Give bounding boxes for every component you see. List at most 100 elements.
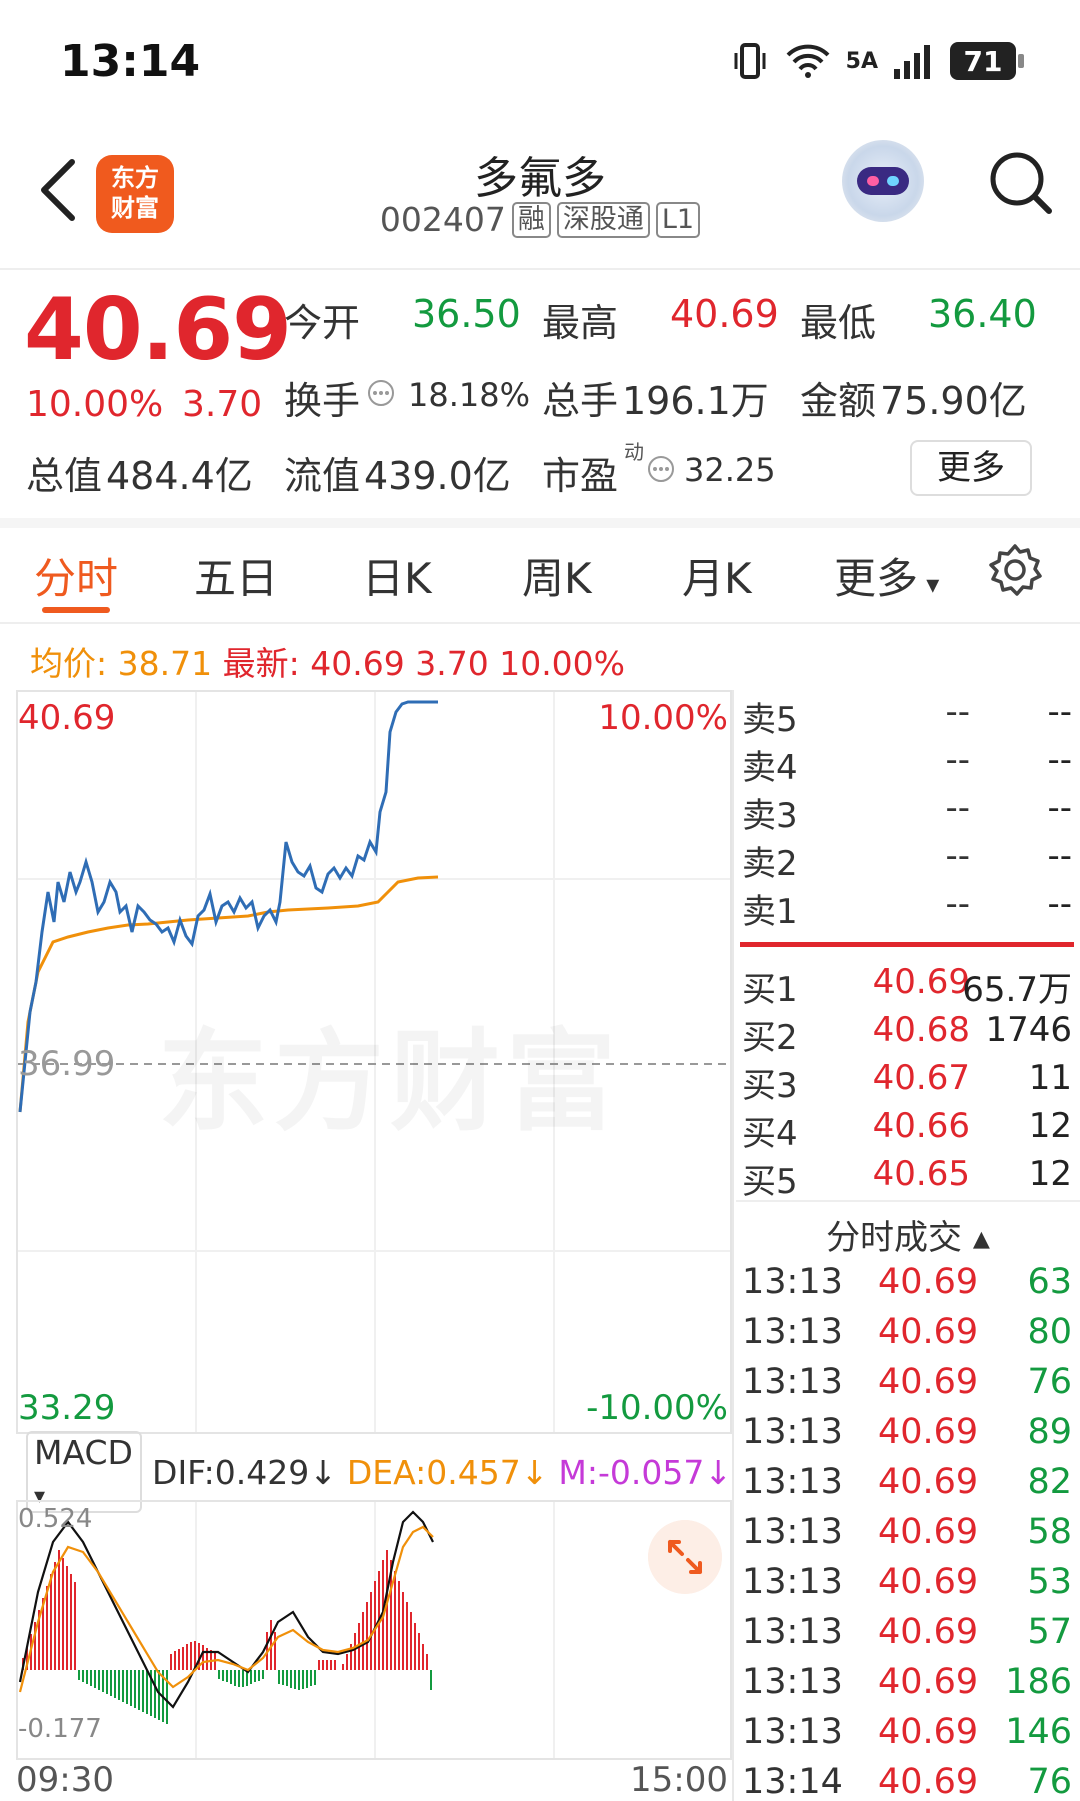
trade-time: 13:13 [742,1512,843,1552]
bid-volume: 11 [1028,1058,1072,1098]
macd-bar [302,1670,304,1689]
macd-bar [406,1602,408,1670]
trade-row: 13:13 40.69 82 [736,1462,1080,1512]
m-text: M:-0.057 [558,1452,705,1492]
ask-volume: -- [1047,884,1072,924]
network-type: 5A [845,48,878,74]
trade-time: 13:13 [742,1462,843,1502]
open-value: 36.50 [412,292,521,336]
macd-bar [298,1670,300,1690]
macd-bar [386,1550,388,1670]
robot-icon [857,167,909,195]
tab-daily-k[interactable]: 日K [362,545,432,606]
info-icon[interactable] [366,378,396,408]
macd-bar [286,1670,288,1686]
tab-more[interactable]: 更多 ▾ [834,545,939,606]
macd-chart[interactable]: 0.524 -0.177 [16,1500,732,1760]
macd-bar [426,1654,428,1670]
trade-time: 13:13 [742,1712,843,1752]
macd-bar [318,1660,320,1670]
high-value: 40.69 [670,292,779,336]
low-value: 36.40 [928,292,1037,336]
volume-value: 196.1万 [622,379,769,423]
macd-bar [142,1670,144,1712]
trade-time: 13:13 [742,1562,843,1602]
trade-price: 40.69 [878,1762,979,1801]
more-quote-button[interactable]: 更多 [910,440,1032,496]
stock-code: 002407 [379,200,506,239]
trade-volume: 76 [1027,1362,1072,1402]
bid-row[interactable]: 买4 40.66 12 [736,1106,1080,1154]
assistant-robot-button[interactable] [842,140,924,222]
ask-row[interactable]: 卖4 -- -- [736,740,1080,788]
macd-bar [226,1670,228,1682]
ask-row[interactable]: 卖1 -- -- [736,884,1080,932]
macd-bar [154,1670,156,1718]
ask-price: -- [945,884,970,924]
intraday-price-chart[interactable]: 东方财富 40.69 10.00% 36.99 33.29 -10.00% [16,690,734,1434]
ask-volume: -- [1047,740,1072,780]
macd-bar [310,1670,312,1686]
trades-header-button[interactable]: 分时成交 ▴ [736,1210,1080,1259]
macd-bar [370,1592,372,1670]
tab-weekly-k[interactable]: 周K [522,545,592,606]
tab-five-day[interactable]: 五日 [194,545,278,606]
ask-row[interactable]: 卖3 -- -- [736,788,1080,836]
ask-price: -- [945,692,970,732]
macd-bar [306,1670,308,1688]
ask-level-label: 卖3 [742,796,798,836]
ask-row[interactable]: 卖2 -- -- [736,836,1080,884]
high-label: 最高 [542,301,619,345]
macd-top-label: 0.524 [18,1504,93,1534]
macd-bar [82,1670,84,1682]
macd-bar [250,1670,252,1684]
bid-row[interactable]: 买1 40.69 65.7万 [736,962,1080,1010]
ask-row[interactable]: 卖5 -- -- [736,692,1080,740]
macd-bar [414,1623,416,1670]
signal-icon [894,45,930,79]
y-axis-prev-close: 36.99 [18,1044,116,1084]
macd-bar [66,1566,68,1670]
bid-row[interactable]: 买2 40.68 1746 [736,1010,1080,1058]
macd-bar [86,1670,88,1684]
bid-row[interactable]: 买5 40.65 12 [736,1154,1080,1202]
down-arrow-icon: ↓ [309,1452,337,1492]
trade-row: 13:13 40.69 58 [736,1512,1080,1562]
change-percent: 10.00% [26,384,164,425]
tab-intraday[interactable]: 分时 [34,545,118,606]
bid-level-label: 买4 [742,1114,798,1154]
bid-price: 40.65 [872,1154,970,1194]
macd-bar [334,1660,336,1670]
bid-row[interactable]: 买3 40.67 11 [736,1058,1080,1106]
ask-level-label: 卖5 [742,700,798,740]
latest-percent: 10.00% [499,644,626,683]
macd-bar [90,1670,92,1686]
ask-volume: -- [1047,692,1072,732]
gear-icon[interactable] [985,540,1045,600]
stock-code-row: 002407 融 深股通 L1 [0,200,1080,239]
macd-bar [174,1651,176,1670]
search-icon[interactable] [985,143,1055,223]
macd-indicator-bar: MACD ▾ DIF:0.429↓ DEA:0.457↓ M:-0.057↓ [16,1431,732,1513]
trade-volume: 76 [1027,1762,1072,1801]
macd-bar [110,1670,112,1696]
macd-bar [314,1670,316,1685]
expand-icon[interactable] [648,1520,722,1594]
macd-bar [182,1647,184,1670]
bid-price: 40.67 [872,1058,970,1098]
trade-time: 13:13 [742,1312,843,1352]
macd-bar [290,1670,292,1688]
macd-bar [106,1670,108,1694]
y-axis-bottom-percent: -10.00% [586,1388,728,1428]
bid-price: 40.69 [872,962,970,1002]
macd-bar [98,1670,100,1690]
trade-volume: 53 [1027,1562,1072,1602]
change-amount: 3.70 [182,384,263,425]
info-icon[interactable] [646,454,676,484]
tab-monthly-k[interactable]: 月K [682,545,752,606]
active-tab-indicator [42,607,110,613]
macd-bar [258,1670,260,1681]
macd-bar [74,1582,76,1670]
ask-volume: -- [1047,836,1072,876]
trade-price: 40.69 [878,1462,979,1502]
